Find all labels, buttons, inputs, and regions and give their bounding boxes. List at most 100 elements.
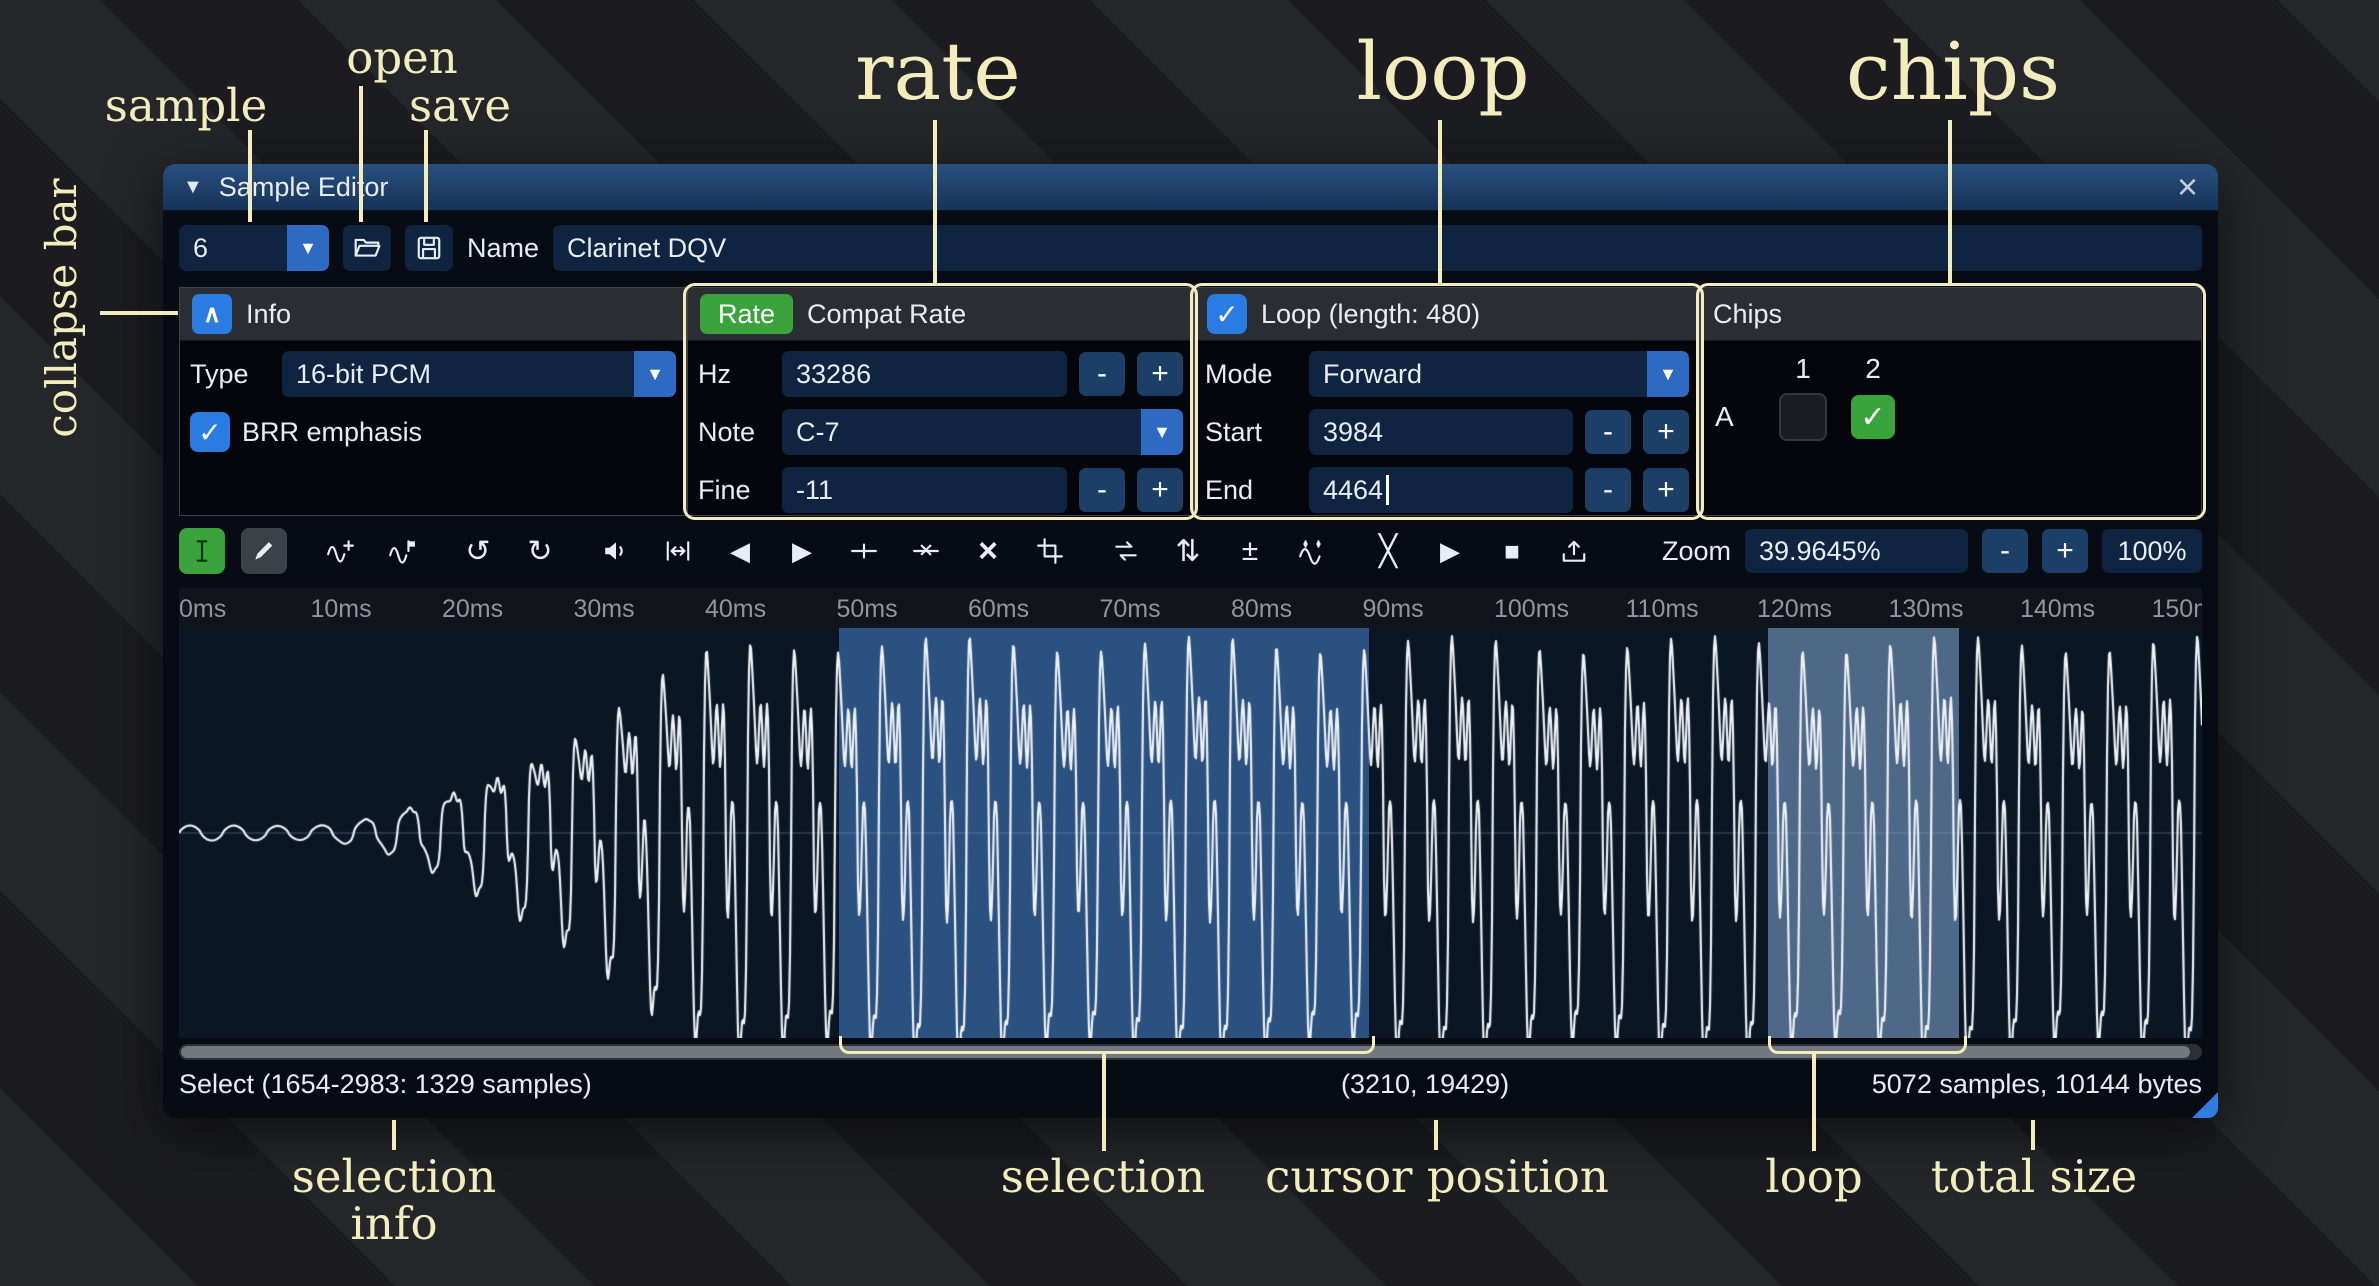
fade-in-button[interactable]: ▶ bbox=[779, 528, 825, 574]
brr-emphasis-checkbox[interactable]: ✓ bbox=[190, 412, 230, 452]
annotation-open: open bbox=[292, 34, 512, 81]
type-label: Type bbox=[190, 359, 270, 390]
redo-button[interactable]: ↻ bbox=[517, 528, 563, 574]
scrollbar-thumb[interactable] bbox=[181, 1046, 2190, 1058]
annotation-loop: loop bbox=[1303, 30, 1583, 114]
floppy-disk-icon bbox=[415, 234, 443, 262]
delete-button[interactable]: × bbox=[965, 528, 1011, 574]
crossfade-icon: ╳ bbox=[1379, 534, 1397, 569]
crossfade-button[interactable]: ╳ bbox=[1365, 528, 1411, 574]
zoom-out-button[interactable]: - bbox=[1982, 529, 2028, 573]
open-button[interactable] bbox=[343, 225, 391, 271]
annotation-chips: chips bbox=[1813, 30, 2093, 114]
reverse-button[interactable] bbox=[1103, 528, 1149, 574]
rate-panel: Rate Compat Rate Hz 33286 - + Note C-7 ▼ bbox=[687, 287, 1194, 516]
loop-start-plus-button[interactable]: + bbox=[1643, 410, 1689, 454]
close-icon[interactable]: × bbox=[2177, 169, 2198, 205]
window-collapse-icon[interactable]: ▼ bbox=[183, 176, 203, 199]
annotation-selection-info: selection info bbox=[244, 1153, 544, 1248]
annotation-line-total-size bbox=[2031, 1120, 2035, 1150]
normalize-button[interactable] bbox=[655, 528, 701, 574]
fine-input[interactable]: -11 bbox=[782, 467, 1067, 513]
sign-invert-button[interactable]: ± bbox=[1227, 528, 1273, 574]
loop-end-plus-button[interactable]: + bbox=[1643, 468, 1689, 512]
name-input[interactable]: Clarinet DQV bbox=[553, 225, 2202, 271]
horizontal-scrollbar[interactable] bbox=[179, 1044, 2202, 1060]
insert-silence-button[interactable] bbox=[841, 528, 887, 574]
fine-minus-button[interactable]: - bbox=[1079, 468, 1125, 512]
waveform-view[interactable] bbox=[179, 628, 2202, 1038]
fade-out-button[interactable]: ◀ bbox=[717, 528, 763, 574]
chevron-down-icon[interactable]: ▼ bbox=[1647, 351, 1689, 397]
zoom-input[interactable]: 39.9645% bbox=[1745, 529, 1968, 573]
loop-start-minus-button[interactable]: - bbox=[1585, 410, 1631, 454]
create-wavetable-button[interactable] bbox=[379, 528, 425, 574]
upload-icon bbox=[1560, 537, 1588, 565]
ruler-tick: 70ms bbox=[1100, 595, 1161, 624]
loop-end-label: End bbox=[1205, 475, 1297, 506]
loop-end-minus-button[interactable]: - bbox=[1585, 468, 1631, 512]
undo-icon: ↺ bbox=[465, 534, 490, 569]
save-button[interactable] bbox=[405, 225, 453, 271]
type-select[interactable]: 16-bit PCM ▼ bbox=[282, 351, 676, 397]
filter-button[interactable] bbox=[1289, 528, 1335, 574]
stop-icon: ■ bbox=[1504, 536, 1520, 567]
loop-end-input[interactable]: 4464 bbox=[1309, 467, 1573, 513]
rate-header: Rate Compat Rate bbox=[688, 288, 1193, 341]
text-caret bbox=[1386, 475, 1389, 505]
resize-grip[interactable] bbox=[2192, 1092, 2218, 1118]
loop-enable-checkbox[interactable]: ✓ bbox=[1207, 294, 1247, 334]
resample-button[interactable] bbox=[317, 528, 363, 574]
loop-mode-select[interactable]: Forward ▼ bbox=[1309, 351, 1689, 397]
ruler-tick: 80ms bbox=[1231, 595, 1292, 624]
chevron-down-icon[interactable]: ▼ bbox=[1141, 409, 1183, 455]
hz-plus-button[interactable]: + bbox=[1137, 352, 1183, 396]
annotation-line-selection-info bbox=[392, 1120, 396, 1150]
chevron-down-icon[interactable]: ▼ bbox=[287, 225, 329, 271]
rate-button[interactable]: Rate bbox=[700, 294, 793, 334]
sections-row: ∧ Info Type 16-bit PCM ▼ ✓ BRR emphasis bbox=[179, 287, 2202, 516]
ruler-tick: 50ms bbox=[837, 595, 898, 624]
zoom-in-button[interactable]: + bbox=[2042, 529, 2088, 573]
amplify-button[interactable] bbox=[593, 528, 639, 574]
chip-a2-checkbox[interactable]: ✓ bbox=[1851, 395, 1895, 439]
speaker-icon bbox=[602, 537, 630, 565]
redo-icon: ↻ bbox=[527, 534, 552, 569]
draw-mode-button[interactable] bbox=[241, 528, 287, 574]
loop-end-value: 4464 bbox=[1323, 475, 1383, 506]
preview-button[interactable]: ▶ bbox=[1427, 528, 1473, 574]
info-collapse-button[interactable]: ∧ bbox=[192, 294, 232, 334]
wavetable-flag-icon bbox=[388, 537, 416, 565]
info-panel: ∧ Info Type 16-bit PCM ▼ ✓ BRR emphasis bbox=[179, 287, 687, 516]
zoom-label: Zoom bbox=[1662, 536, 1731, 567]
trim-button[interactable] bbox=[1027, 528, 1073, 574]
invert-button[interactable]: ⇅ bbox=[1165, 528, 1211, 574]
sample-number-select[interactable]: 6 ▼ bbox=[179, 225, 329, 271]
window-title: Sample Editor bbox=[219, 172, 389, 203]
ruler-tick: 150ms bbox=[2152, 595, 2203, 624]
ruler-tick: 110ms bbox=[1626, 595, 1699, 624]
fine-plus-button[interactable]: + bbox=[1137, 468, 1183, 512]
chip-column-1-label: 1 bbox=[1795, 353, 1811, 385]
chevron-down-icon[interactable]: ▼ bbox=[634, 351, 676, 397]
undo-button[interactable]: ↺ bbox=[455, 528, 501, 574]
chips-header: Chips bbox=[1701, 288, 2201, 341]
rate-title: Compat Rate bbox=[807, 299, 966, 330]
chip-a1-checkbox[interactable] bbox=[1779, 393, 1827, 441]
chip-column-2-label: 2 bbox=[1865, 353, 1881, 385]
apply-silence-button[interactable] bbox=[903, 528, 949, 574]
select-mode-button[interactable] bbox=[179, 528, 225, 574]
loop-start-input[interactable]: 3984 bbox=[1309, 409, 1573, 455]
zoom-reset-button[interactable]: 100% bbox=[2102, 529, 2202, 573]
loop-panel: ✓ Loop (length: 480) Mode Forward ▼ Star… bbox=[1194, 287, 1700, 516]
zoom-value: 39.9645% bbox=[1759, 536, 1881, 567]
titlebar[interactable]: ▼ Sample Editor × bbox=[163, 164, 2218, 211]
stop-preview-button[interactable]: ■ bbox=[1489, 528, 1535, 574]
info-title: Info bbox=[246, 299, 291, 330]
hz-minus-button[interactable]: - bbox=[1079, 352, 1125, 396]
note-label: Note bbox=[698, 417, 770, 448]
ruler-tick: 120ms bbox=[1757, 595, 1832, 624]
note-select[interactable]: C-7 ▼ bbox=[782, 409, 1183, 455]
export-button[interactable] bbox=[1551, 528, 1597, 574]
hz-input[interactable]: 33286 bbox=[782, 351, 1067, 397]
